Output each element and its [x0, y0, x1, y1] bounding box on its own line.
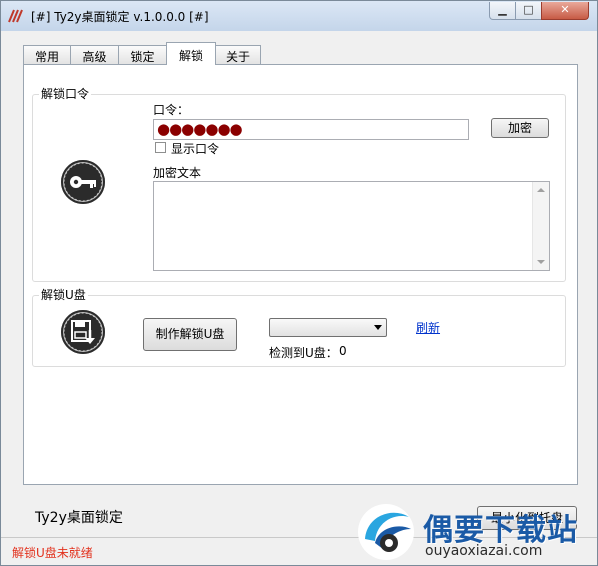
tab-lock[interactable]: 锁定	[118, 45, 167, 64]
tab-label: 关于	[225, 50, 250, 64]
app-name-label: Ty2y桌面锁定	[35, 510, 123, 526]
password-mask: ●●●●●●●	[157, 120, 243, 138]
close-icon: ✕	[560, 3, 570, 16]
unlock-password-group-label: 解锁口令	[39, 86, 92, 102]
app-logo-icon	[8, 9, 23, 23]
scroll-down-icon[interactable]	[537, 260, 545, 264]
password-label: 口令：	[153, 103, 190, 117]
tab-label: 锁定	[130, 50, 155, 64]
encrypted-text-label: 加密文本	[153, 166, 202, 180]
detected-usb-count: 0	[339, 344, 347, 358]
encrypt-button[interactable]: 加密	[491, 118, 549, 138]
tab-label: 常用	[34, 50, 59, 64]
make-unlock-usb-label: 制作解锁U盘	[155, 327, 225, 341]
watermark: 偶要下载站 ouyaoxiazai.com	[353, 499, 593, 565]
tab-common[interactable]: 常用	[23, 45, 71, 64]
encrypted-text-scrollbar[interactable]	[532, 182, 549, 270]
show-password-checkbox[interactable]	[155, 142, 166, 153]
refresh-link[interactable]: 刷新	[416, 319, 440, 336]
maximize-icon: □	[523, 3, 534, 16]
maximize-button[interactable]: □	[515, 2, 542, 20]
minimize-button[interactable]: ▁	[489, 2, 516, 20]
tab-label: 高级	[82, 50, 107, 64]
window-title: [#] Ty2y桌面锁定 v.1.0.0.0 [#]	[31, 10, 209, 24]
tab-unlock[interactable]: 解锁	[166, 42, 216, 65]
password-input[interactable]: ●●●●●●●	[153, 119, 469, 140]
chevron-down-icon	[374, 325, 382, 330]
unlock-usb-group-label: 解锁U盘	[39, 287, 88, 303]
unlock-tab-panel: 解锁口令 口令： ●●●●●●● 加密 显示口令 加密文本 解锁U盘 制作解锁U…	[23, 64, 578, 485]
watermark-logo-icon	[358, 504, 414, 560]
show-password-label: 显示口令	[171, 142, 220, 156]
unlock-password-group: 解锁口令 口令： ●●●●●●● 加密 显示口令 加密文本	[32, 86, 566, 282]
detected-usb-label: 检测到U盘：	[269, 346, 338, 360]
tab-advanced[interactable]: 高级	[70, 45, 119, 64]
key-icon	[61, 160, 105, 204]
app-window: [#] Ty2y桌面锁定 v.1.0.0.0 [#] ▁ □ ✕ 常用 高级 锁…	[0, 0, 598, 566]
make-unlock-usb-button[interactable]: 制作解锁U盘	[143, 318, 237, 351]
save-disk-icon	[61, 310, 105, 354]
encrypt-button-label: 加密	[507, 121, 532, 135]
encrypted-text-area[interactable]	[153, 181, 550, 271]
status-text: 解锁U盘未就绪	[12, 546, 93, 560]
usb-drive-select[interactable]	[269, 318, 387, 337]
unlock-usb-group: 解锁U盘 制作解锁U盘 刷新 检测到U盘： 0	[32, 287, 566, 367]
title-bar[interactable]: [#] Ty2y桌面锁定 v.1.0.0.0 [#] ▁ □ ✕	[1, 1, 597, 31]
tab-label: 解锁	[178, 49, 203, 63]
tab-about[interactable]: 关于	[215, 45, 261, 64]
close-button[interactable]: ✕	[541, 2, 589, 20]
watermark-url: ouyaoxiazai.com	[425, 543, 543, 559]
minimize-icon: ▁	[498, 3, 507, 16]
scroll-up-icon[interactable]	[537, 188, 545, 192]
